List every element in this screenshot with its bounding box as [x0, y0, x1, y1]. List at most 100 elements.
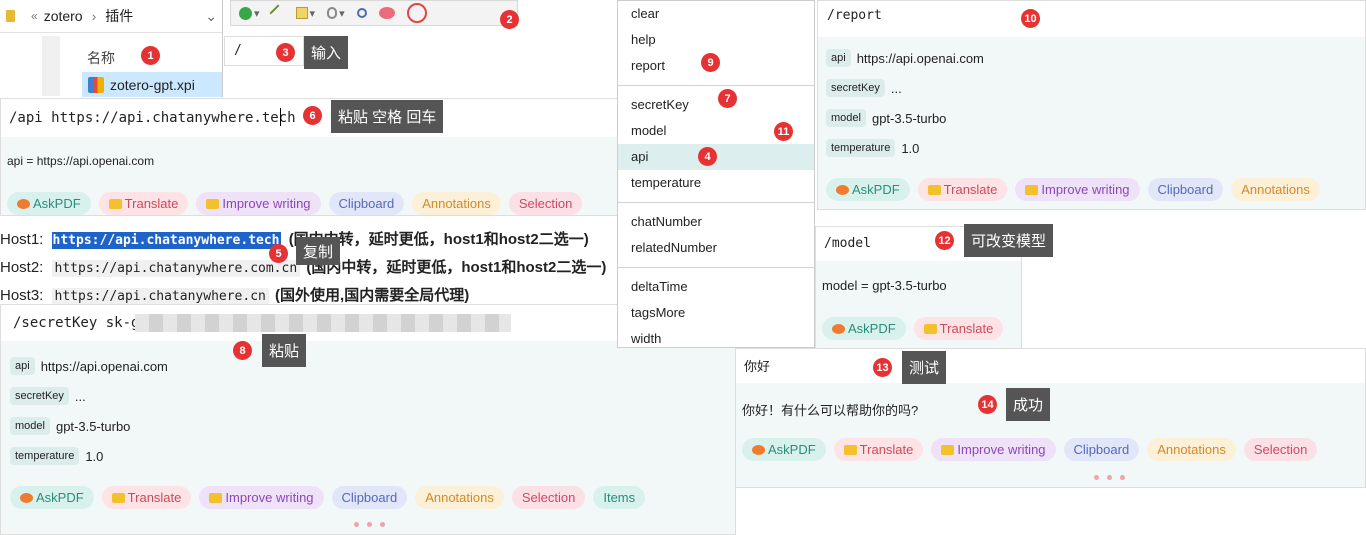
- chip-label: Translate: [127, 490, 182, 505]
- step-badge-10: 10: [1021, 9, 1040, 28]
- translate-chip[interactable]: Translate: [833, 438, 924, 461]
- askpdf-chip[interactable]: AskPDF: [742, 438, 826, 461]
- chip-label: Annotations: [1157, 442, 1226, 457]
- planet-icon: [17, 198, 30, 209]
- menu-item-tagsmore[interactable]: tagsMore: [618, 300, 814, 326]
- address-bar[interactable]: « zotero › 插件 ⌄: [0, 0, 222, 33]
- chip-label: Selection: [521, 490, 576, 505]
- locate-button[interactable]: [356, 8, 367, 18]
- new-note-button[interactable]: ▾: [295, 7, 315, 20]
- host-url[interactable]: https://api.chatanywhere.cn: [51, 288, 269, 305]
- more-dots[interactable]: [736, 475, 1365, 480]
- menu-item-help[interactable]: help: [618, 27, 814, 53]
- chip-label: Clipboard: [1073, 442, 1130, 457]
- selection-chip[interactable]: Selection: [508, 192, 583, 215]
- chip-bar: AskPDF Translate Improve writing Clipboa…: [826, 178, 1320, 201]
- selection-chip[interactable]: Selection: [511, 486, 586, 509]
- host-url[interactable]: https://api.chatanywhere.tech: [51, 232, 281, 249]
- file-row[interactable]: zotero-gpt.xpi: [82, 72, 222, 97]
- improve-writing-chip[interactable]: Improve writing: [199, 486, 324, 509]
- setting-value: 1.0: [85, 448, 104, 464]
- add-by-identifier-button[interactable]: [269, 4, 287, 22]
- clipboard-chip[interactable]: Clipboard: [331, 486, 408, 509]
- menu-item-secretkey[interactable]: secretKey: [618, 92, 814, 118]
- translate-chip[interactable]: Translate: [101, 486, 192, 509]
- translate-chip[interactable]: Translate: [917, 178, 1008, 201]
- askpdf-chip[interactable]: AskPDF: [10, 486, 94, 509]
- menu-item-relatednumber[interactable]: relatedNumber: [618, 235, 814, 261]
- gpt-chat-panel: 你好 你好！有什么可以帮助你的吗? AskPDF Translate Impro…: [735, 348, 1366, 488]
- clipboard-chip[interactable]: Clipboard: [1147, 178, 1224, 201]
- callout-paste: 粘贴: [262, 334, 307, 367]
- setting-row: model gpt-3.5-turbo: [10, 411, 735, 441]
- chip-bar: AskPDF Translate Improve writing Clipboa…: [742, 438, 1318, 461]
- column-header-name[interactable]: 名称: [87, 48, 115, 68]
- host-row: Host3: https://api.chatanywhere.cn (国外使用…: [0, 284, 469, 305]
- report-command-input[interactable]: /report: [818, 1, 1365, 37]
- menu-item-chatnumber[interactable]: chatNumber: [618, 209, 814, 235]
- askpdf-chip[interactable]: AskPDF: [7, 192, 91, 215]
- zotero-toolbar: ▾ ▾ ▾: [230, 0, 518, 26]
- translate-chip[interactable]: Translate: [913, 317, 1004, 340]
- scrollbar[interactable]: [42, 36, 60, 96]
- model-response: model = gpt-3.5-turbo AskPDF Translate: [816, 261, 1021, 348]
- more-dots[interactable]: [1, 522, 735, 527]
- askpdf-chip[interactable]: AskPDF: [826, 178, 910, 201]
- sparkles-icon: [206, 198, 220, 209]
- menu-item-temperature[interactable]: temperature: [618, 170, 814, 196]
- attachment-button[interactable]: ▾: [327, 7, 345, 20]
- menu-item-deltatime[interactable]: deltaTime: [618, 274, 814, 300]
- setting-value: gpt-3.5-turbo: [55, 418, 131, 434]
- annotations-chip[interactable]: Annotations: [1231, 178, 1320, 201]
- api-result-text: api = https://api.openai.com: [7, 154, 155, 168]
- chevron-right-icon: ›: [91, 8, 97, 24]
- chip-label: AskPDF: [36, 490, 84, 505]
- host-note: (国外使用,国内需要全局代理): [275, 287, 470, 304]
- menu-item-clear[interactable]: clear: [618, 1, 814, 27]
- report-command-text: /report: [827, 8, 882, 23]
- folder-icon: [6, 10, 15, 22]
- improve-writing-chip[interactable]: Improve writing: [196, 192, 321, 215]
- chat-command-text: 你好: [744, 359, 771, 374]
- items-chip[interactable]: Items: [593, 486, 646, 509]
- annotations-chip[interactable]: Annotations: [415, 486, 504, 509]
- callout-paste-space-enter: 粘贴 空格 回车: [331, 100, 444, 133]
- annotations-chip[interactable]: Annotations: [1147, 438, 1236, 461]
- askpdf-chip[interactable]: AskPDF: [822, 317, 906, 340]
- chat-command-input[interactable]: 你好: [736, 349, 1365, 383]
- redacted-key: [135, 314, 511, 332]
- setting-value: https://api.openai.com: [40, 358, 168, 374]
- breadcrumb-zotero[interactable]: zotero: [44, 8, 83, 24]
- clipboard-chip[interactable]: Clipboard: [1063, 438, 1140, 461]
- file-name: zotero-gpt.xpi: [110, 76, 195, 93]
- chip-label: Clipboard: [338, 196, 395, 211]
- settings-response: api https://api.openai.com secretKey... m…: [1, 341, 735, 534]
- selection-chip[interactable]: Selection: [1243, 438, 1318, 461]
- host-label: Host1:: [0, 231, 44, 248]
- new-item-button[interactable]: ▾: [239, 6, 260, 20]
- improve-writing-chip[interactable]: Improve writing: [931, 438, 1056, 461]
- improve-writing-chip[interactable]: Improve writing: [1015, 178, 1140, 201]
- clipboard-chip[interactable]: Clipboard: [328, 192, 405, 215]
- annotations-chip[interactable]: Annotations: [412, 192, 501, 215]
- menu-item-width[interactable]: width: [618, 326, 814, 347]
- gpt-plugin-button[interactable]: [406, 3, 427, 23]
- plus-icon: [239, 6, 252, 20]
- callout-copy: 复制: [296, 237, 341, 265]
- step-badge-1: 1: [141, 46, 160, 65]
- planet-icon: [832, 323, 845, 334]
- callout-change-model: 可改变模型: [964, 224, 1054, 257]
- setting-key: temperature: [10, 447, 80, 465]
- model-result-text: model = gpt-3.5-turbo: [822, 278, 947, 293]
- chip-label: Translate: [859, 442, 914, 457]
- chip-label: Translate: [939, 321, 994, 336]
- translate-chip[interactable]: Translate: [98, 192, 189, 215]
- pink-heart-plugin-button[interactable]: [378, 7, 395, 19]
- breadcrumb-plugins[interactable]: 插件: [105, 6, 133, 26]
- host-url[interactable]: https://api.chatanywhere.com.cn: [51, 260, 301, 277]
- step-badge-3: 3: [276, 43, 295, 62]
- chevron-down-icon[interactable]: ⌄: [205, 8, 217, 25]
- path-overflow[interactable]: «: [31, 9, 38, 23]
- menu-divider: [618, 85, 814, 86]
- setting-value: ...: [74, 388, 86, 404]
